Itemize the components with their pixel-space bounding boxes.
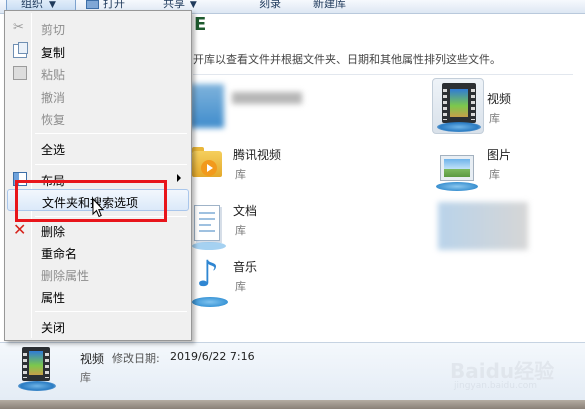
menu-item-redo[interactable]: 恢复	[7, 107, 189, 129]
highlight-annotation-box	[15, 180, 167, 222]
organize-menu: ✂ 剪切 复制 粘贴 撤消 恢复 全选 布局 文件夹和搜索选项 ✕ 删除 重命名…	[4, 10, 192, 341]
details-type: 库	[80, 371, 91, 384]
library-title-fragment: E	[194, 14, 207, 35]
details-pane: 视频 修改日期: 2019/6/22 7:16 库 Baidu经验 jingya…	[0, 342, 585, 400]
blurred-library-item	[438, 202, 528, 250]
menu-item-copy[interactable]: 复制	[7, 40, 189, 62]
details-modified-value: 2019/6/22 7:16	[170, 350, 255, 363]
menu-item-remove-properties[interactable]: 删除属性	[7, 263, 189, 285]
menu-item-label: 撤消	[41, 91, 66, 105]
library-type: 库	[235, 280, 246, 293]
details-modified-label: 修改日期:	[112, 352, 160, 365]
menu-item-label: 恢复	[41, 113, 66, 127]
watermark-brand: Baidu经验	[450, 359, 555, 383]
menu-item-label: 全选	[41, 143, 66, 157]
video-film-icon	[22, 347, 50, 381]
blurred-library-icon	[190, 84, 224, 128]
library-type: 库	[489, 112, 500, 125]
menu-item-label: 复制	[41, 46, 66, 60]
mouse-pointer-icon	[92, 198, 104, 218]
menu-item-undo[interactable]: 撤消	[7, 85, 189, 107]
menu-item-label: 重命名	[41, 247, 78, 261]
open-icon	[86, 0, 99, 9]
library-type: 库	[235, 168, 246, 181]
submenu-arrow-icon	[177, 174, 181, 182]
picture-frame-icon	[440, 155, 474, 181]
icon-reflection	[18, 381, 56, 391]
menu-item-cut[interactable]: ✂ 剪切	[7, 17, 189, 39]
library-item-tencent-video[interactable]: 腾讯视频	[233, 146, 281, 163]
organize-label: 组织	[21, 0, 43, 10]
share-label: 共享	[163, 0, 185, 10]
clipboard-icon	[13, 66, 27, 80]
menu-item-select-all[interactable]: 全选	[7, 137, 189, 159]
video-library-selected-tile[interactable]	[432, 78, 484, 134]
burn-label: 刻录	[259, 0, 281, 10]
new-library-button[interactable]: 新建库	[313, 0, 346, 12]
library-item-documents[interactable]: 文档	[233, 202, 257, 219]
menu-item-label: 关闭	[41, 321, 66, 335]
menu-item-delete[interactable]: ✕ 删除	[7, 219, 189, 241]
scissors-icon: ✂	[13, 20, 24, 35]
menu-item-label: 删除	[41, 225, 66, 239]
menu-item-rename[interactable]: 重命名	[7, 241, 189, 263]
open-label: 打开	[103, 0, 125, 10]
details-name: 视频	[80, 352, 105, 366]
baidu-watermark: Baidu经验 jingyan.baidu.com	[450, 355, 580, 395]
icon-reflection	[192, 297, 228, 307]
divider	[193, 74, 573, 75]
library-item-videos[interactable]: 视频	[487, 90, 511, 107]
menu-item-label: 删除属性	[41, 269, 90, 283]
menu-item-label: 属性	[41, 291, 66, 305]
blurred-library-name	[232, 92, 302, 104]
copy-icon	[13, 42, 28, 58]
menu-item-close[interactable]: 关闭	[7, 315, 189, 337]
play-icon	[201, 160, 217, 176]
chevron-down-icon: ▼	[187, 0, 197, 10]
new-library-label: 新建库	[313, 0, 346, 10]
icon-reflection	[436, 182, 478, 191]
library-type: 库	[489, 168, 500, 181]
menu-item-properties[interactable]: 属性	[7, 285, 189, 307]
burn-button[interactable]: 刻录	[259, 0, 281, 12]
menu-item-label: 粘贴	[41, 68, 66, 82]
library-description: 开库以查看文件并根据文件夹、日期和其他属性排列这些文件。	[193, 53, 501, 66]
menu-item-paste[interactable]: 粘贴	[7, 62, 189, 84]
document-library-icon	[194, 205, 220, 241]
library-item-pictures[interactable]: 图片	[487, 146, 511, 163]
library-item-music[interactable]: 音乐	[233, 258, 257, 275]
window-bottom-edge	[0, 400, 585, 409]
menu-separator	[35, 311, 187, 312]
delete-x-icon: ✕	[13, 220, 27, 239]
icon-reflection	[192, 242, 226, 250]
menu-separator	[35, 133, 187, 134]
library-type: 库	[235, 224, 246, 237]
music-note-icon: ♪	[196, 254, 219, 295]
menu-separator	[35, 164, 187, 165]
menu-item-label: 剪切	[41, 23, 66, 37]
video-film-icon	[442, 83, 476, 123]
watermark-url: jingyan.baidu.com	[454, 381, 538, 391]
